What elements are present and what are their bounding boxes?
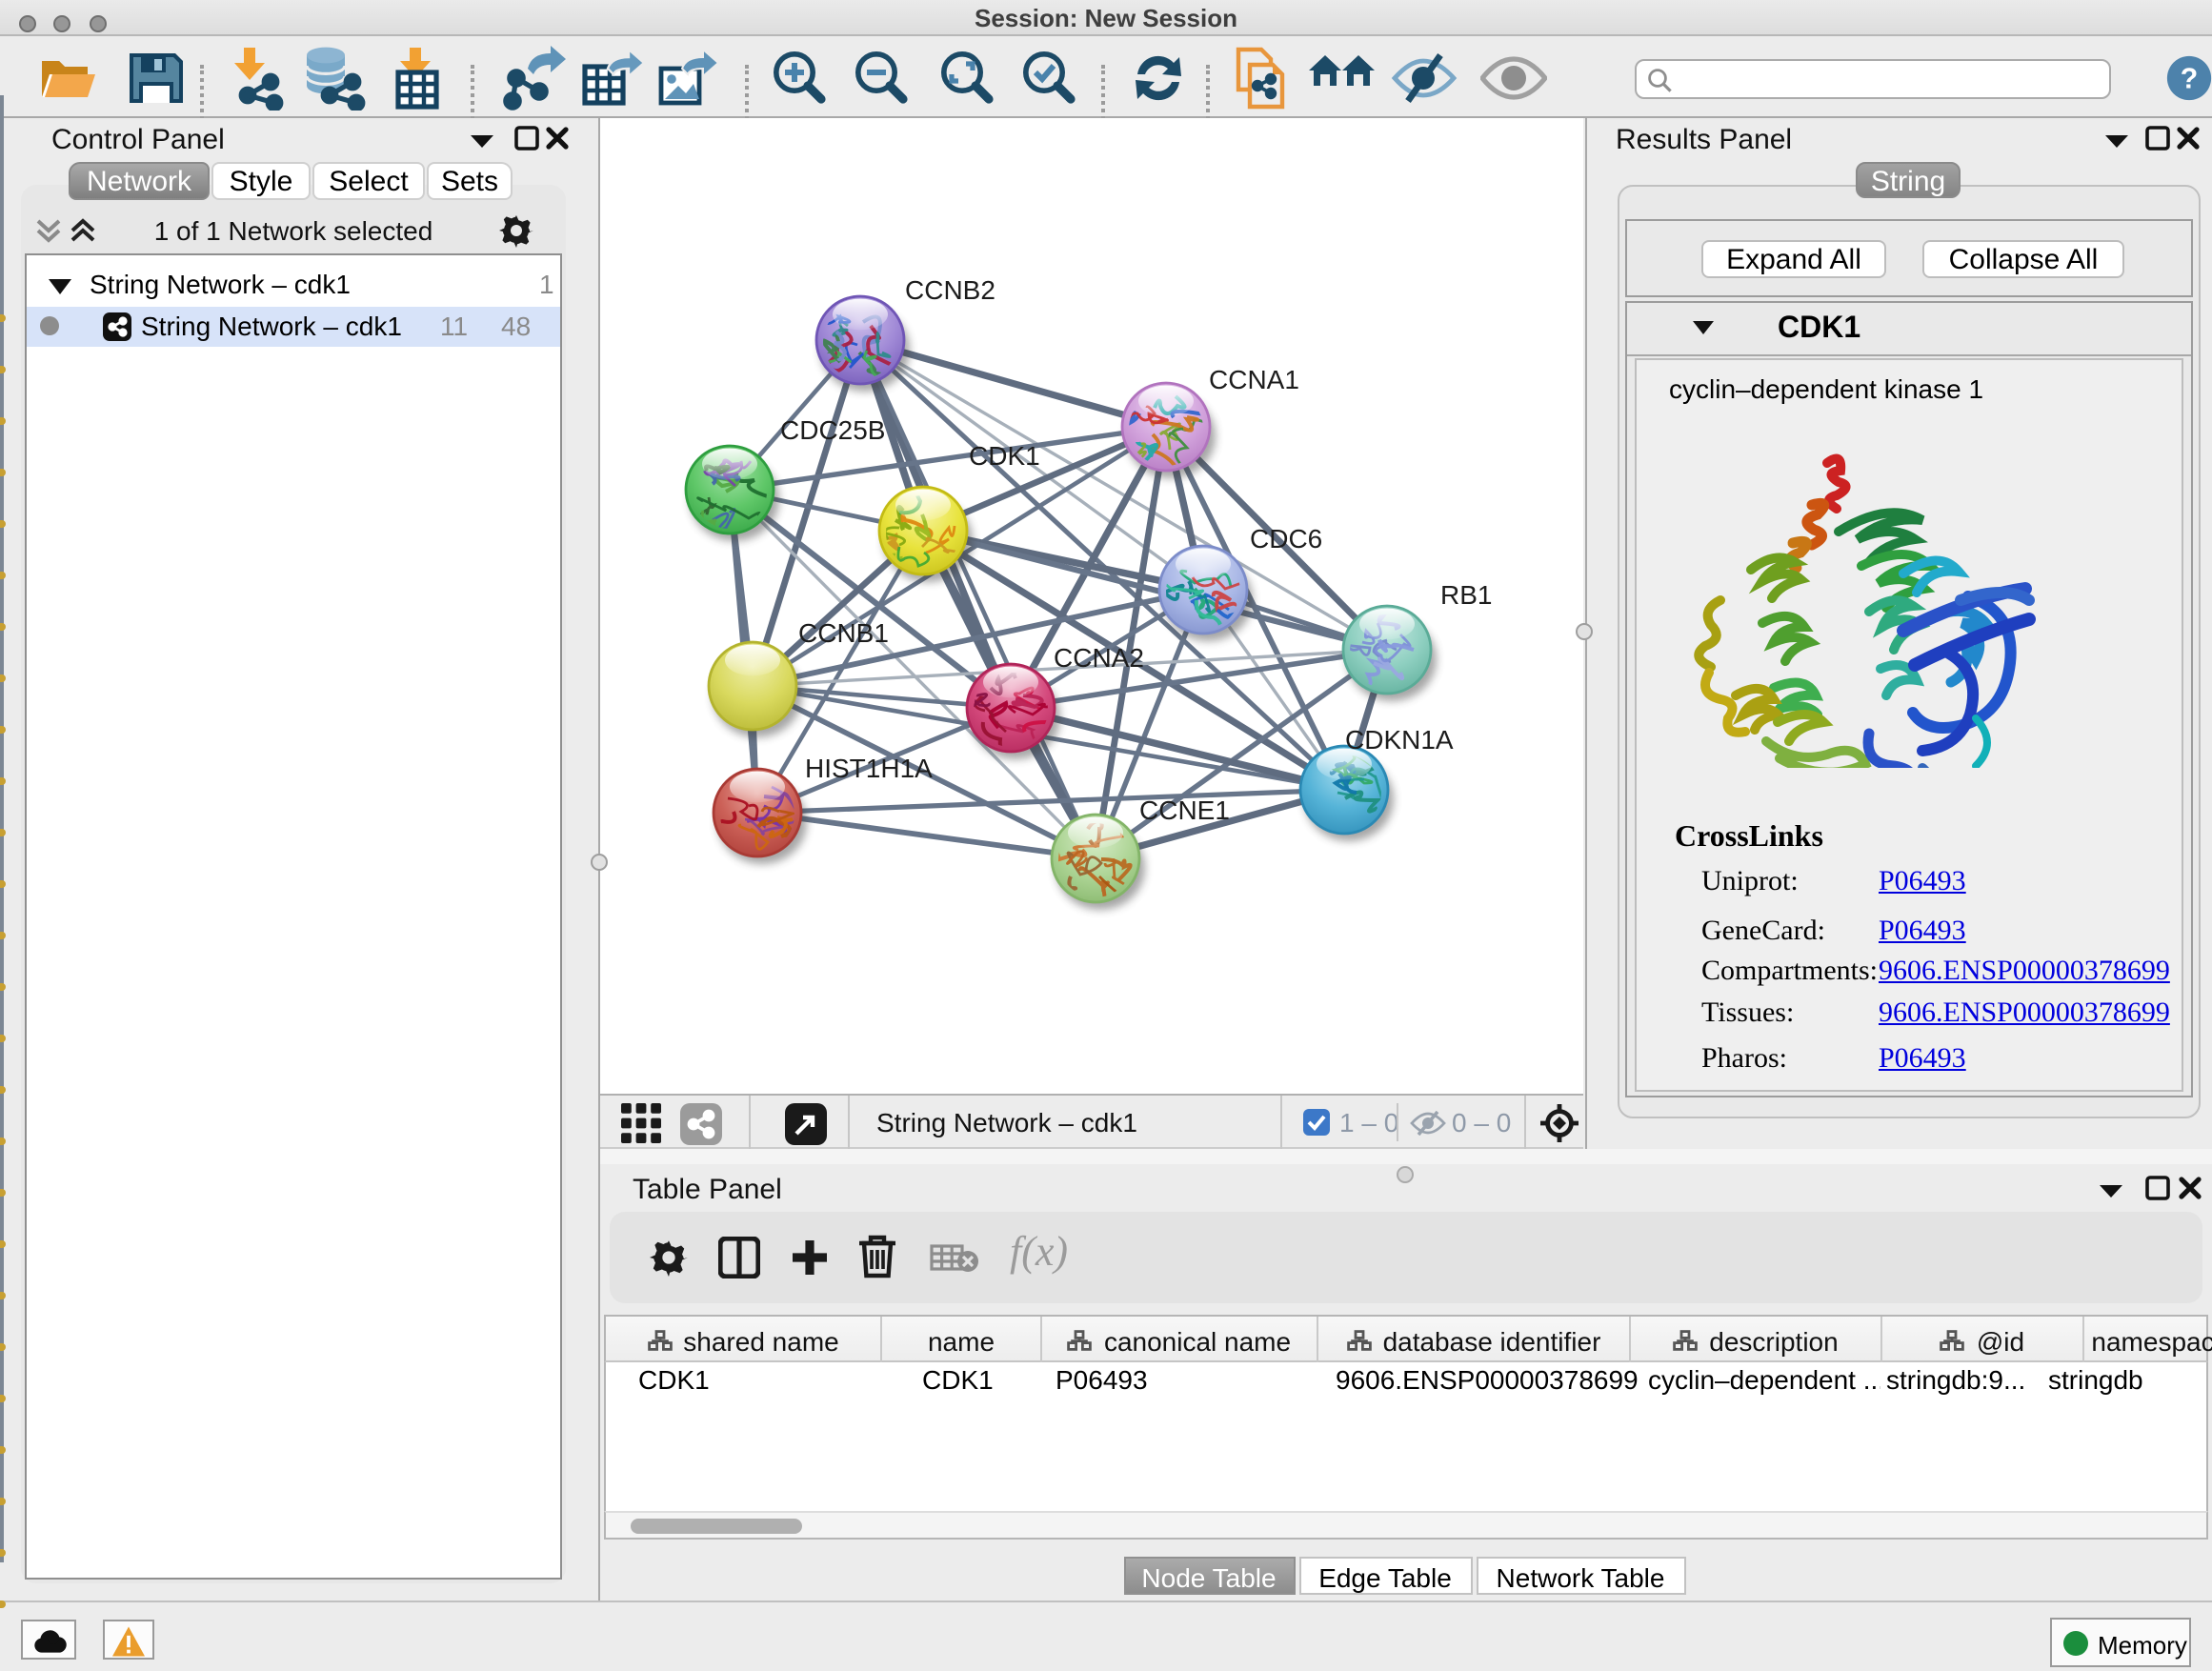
svg-text:?: ? bbox=[2181, 63, 2198, 94]
svg-text:CCNA2: CCNA2 bbox=[1054, 643, 1144, 673]
svg-text:CDKN1A: CDKN1A bbox=[1345, 725, 1454, 755]
svg-text:CCNA1: CCNA1 bbox=[1209, 365, 1299, 394]
svg-text:RB1: RB1 bbox=[1440, 580, 1492, 610]
svg-text:CDC25B: CDC25B bbox=[780, 415, 885, 445]
svg-text:CCNB1: CCNB1 bbox=[798, 618, 889, 648]
svg-text:CDK1: CDK1 bbox=[969, 441, 1040, 471]
svg-text:CCNE1: CCNE1 bbox=[1139, 795, 1230, 825]
svg-text:CCNB2: CCNB2 bbox=[905, 275, 995, 305]
svg-text:HIST1H1A: HIST1H1A bbox=[805, 754, 933, 783]
svg-text:CDC6: CDC6 bbox=[1250, 524, 1322, 554]
